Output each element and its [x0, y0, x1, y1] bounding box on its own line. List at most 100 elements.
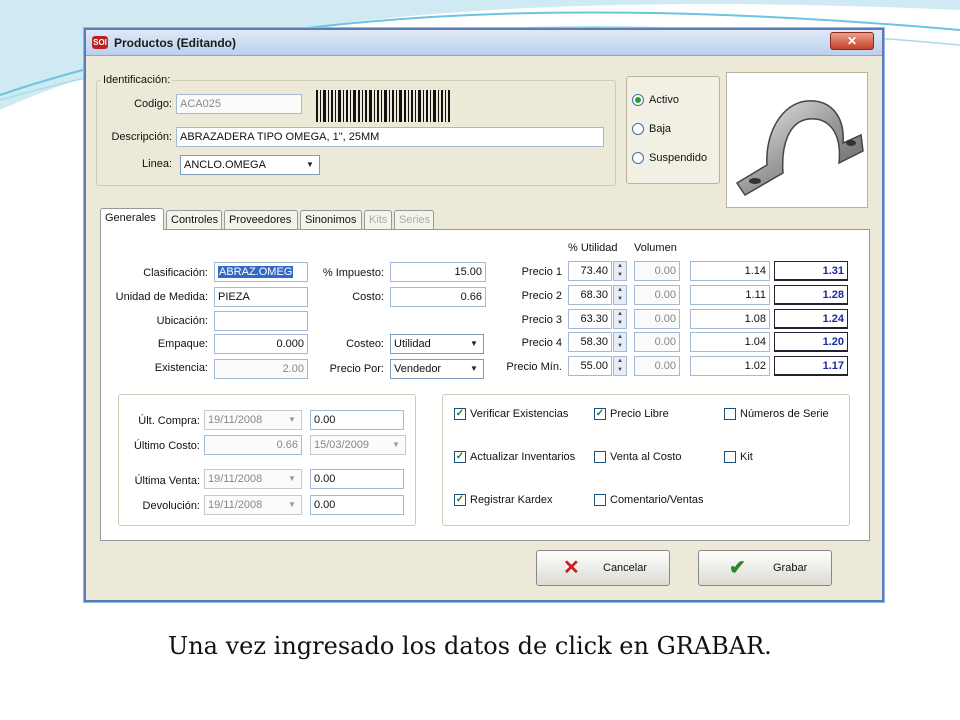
chevron-down-icon: ▼: [392, 440, 400, 449]
save-button[interactable]: ✔ Grabar: [698, 550, 832, 586]
tab-series: Series: [394, 210, 434, 229]
utilidad-field[interactable]: 63.30: [568, 309, 612, 329]
spin-down-icon: ▼: [617, 343, 623, 349]
codigo-field[interactable]: ACA025: [176, 94, 302, 114]
ultima-venta-label: Última Venta:: [134, 475, 200, 487]
precio-field[interactable]: 1.11: [690, 285, 770, 305]
red-x-icon: ✕: [563, 557, 580, 579]
option-label: Venta al Costo: [610, 451, 682, 463]
precio-field[interactable]: 1.08: [690, 309, 770, 329]
chevron-down-icon: ▼: [288, 415, 296, 424]
option-checkbox[interactable]: Venta al Costo: [594, 451, 682, 463]
option-checkbox[interactable]: Números de Serie: [724, 408, 829, 420]
costo-field[interactable]: 0.66: [390, 287, 486, 307]
checkmark-icon: ✓: [454, 494, 466, 506]
linea-value: ANCLO.OMEGA: [184, 159, 266, 171]
ult-compra-valor[interactable]: 0.00: [310, 410, 404, 430]
tab-controles[interactable]: Controles: [166, 210, 222, 229]
empaque-field[interactable]: 0.000: [214, 334, 308, 354]
spin-down-icon: ▼: [617, 272, 623, 278]
chevron-down-icon: ▼: [470, 339, 478, 348]
chevron-down-icon: ▼: [470, 364, 478, 373]
ult-compra-fecha: 19/11/2008: [208, 414, 263, 426]
option-checkbox[interactable]: ✓ Precio Libre: [594, 408, 669, 420]
utilidad-spinner[interactable]: ▲ ▼: [613, 356, 627, 376]
volumen-field: 0.00: [634, 332, 680, 352]
volumen-field: 0.00: [634, 356, 680, 376]
impuesto-label: % Impuesto:: [322, 267, 384, 279]
clasificacion-field[interactable]: ABRAZ.OMEG: [214, 262, 308, 282]
tab-kits: Kits: [364, 210, 392, 229]
volumen-header: Volumen: [634, 242, 677, 254]
product-window: SOI Productos (Editando) ✕ Identificació…: [84, 28, 884, 602]
clasificacion-value: ABRAZ.OMEG: [218, 266, 294, 278]
window-title: Productos (Editando): [114, 36, 236, 50]
chevron-down-icon: ▼: [288, 500, 296, 509]
utilidad-spinner[interactable]: ▲ ▼: [613, 332, 627, 352]
ultimo-costo-fecha: 15/03/2009: [314, 439, 370, 451]
option-checkbox[interactable]: Kit: [724, 451, 753, 463]
radio-dot: [632, 152, 644, 164]
tab-proveedores[interactable]: Proveedores: [224, 210, 298, 229]
costeo-label: Costeo:: [346, 338, 384, 350]
precio-total-field: 1.20: [774, 332, 848, 352]
checkbox-empty-icon: [594, 451, 606, 463]
linea-select[interactable]: ANCLO.OMEGA ▼: [180, 155, 320, 175]
option-label: Kit: [740, 451, 753, 463]
precio-field[interactable]: 1.02: [690, 356, 770, 376]
ultimo-costo-valor: 0.66: [204, 435, 302, 455]
precio-total-field: 1.24: [774, 309, 848, 329]
utilidad-header: % Utilidad: [568, 242, 618, 254]
volumen-field: 0.00: [634, 309, 680, 329]
existencia-field: 2.00: [214, 359, 308, 379]
caption-text: Una vez ingresado los datos de click en …: [168, 632, 772, 660]
linea-label: Linea:: [142, 158, 172, 170]
costeo-value: Utilidad: [394, 338, 431, 350]
utilidad-field[interactable]: 68.30: [568, 285, 612, 305]
spin-down-icon: ▼: [617, 367, 623, 373]
descripcion-label: Descripción:: [111, 131, 172, 143]
costeo-select[interactable]: Utilidad ▼: [390, 334, 484, 354]
option-checkbox[interactable]: ✓ Actualizar Inventarios: [454, 451, 575, 463]
utilidad-field[interactable]: 73.40: [568, 261, 612, 281]
option-checkbox[interactable]: ✓ Verificar Existencias: [454, 408, 568, 420]
utilidad-field[interactable]: 55.00: [568, 356, 612, 376]
green-check-icon: ✔: [729, 557, 746, 579]
option-label: Registrar Kardex: [470, 494, 553, 506]
cancel-label: Cancelar: [603, 562, 648, 574]
tab-sinonimos[interactable]: Sinonimos: [300, 210, 362, 229]
product-image: [726, 72, 868, 208]
devolucion-valor[interactable]: 0.00: [310, 495, 404, 515]
option-label: Números de Serie: [740, 408, 829, 420]
precio-por-select[interactable]: Vendedor ▼: [390, 359, 484, 379]
spin-down-icon: ▼: [617, 320, 623, 326]
costo-label: Costo:: [352, 291, 384, 303]
checkbox-empty-icon: [594, 494, 606, 506]
close-button[interactable]: ✕: [830, 32, 874, 50]
radio-activo[interactable]: Activo: [632, 94, 679, 106]
ultima-venta-valor[interactable]: 0.00: [310, 469, 404, 489]
precio-field[interactable]: 1.14: [690, 261, 770, 281]
utilidad-field[interactable]: 58.30: [568, 332, 612, 352]
checkmark-icon: ✓: [454, 408, 466, 420]
ult-compra-label: Últ. Compra:: [138, 415, 200, 427]
impuesto-field[interactable]: 15.00: [390, 262, 486, 282]
app-logo-icon: SOI: [92, 36, 108, 49]
precio-field[interactable]: 1.04: [690, 332, 770, 352]
utilidad-spinner[interactable]: ▲ ▼: [613, 309, 627, 329]
cancel-button[interactable]: ✕ Cancelar: [536, 550, 670, 586]
ubicacion-field[interactable]: [214, 311, 308, 331]
radio-baja-label: Baja: [649, 123, 672, 135]
save-label: Grabar: [773, 562, 808, 574]
descripcion-field[interactable]: ABRAZADERA TIPO OMEGA, 1", 25MM: [176, 127, 604, 147]
radio-suspendido[interactable]: Suspendido: [632, 152, 707, 164]
tab-generales[interactable]: Generales: [100, 208, 164, 230]
utilidad-spinner[interactable]: ▲ ▼: [613, 285, 627, 305]
radio-baja[interactable]: Baja: [632, 123, 671, 135]
clamp-image: [735, 100, 864, 197]
utilidad-spinner[interactable]: ▲ ▼: [613, 261, 627, 281]
option-checkbox[interactable]: Comentario/Ventas: [594, 494, 704, 506]
option-checkbox[interactable]: ✓ Registrar Kardex: [454, 494, 553, 506]
unidad-label: Unidad de Medida:: [115, 291, 208, 303]
unidad-field[interactable]: PIEZA: [214, 287, 308, 307]
